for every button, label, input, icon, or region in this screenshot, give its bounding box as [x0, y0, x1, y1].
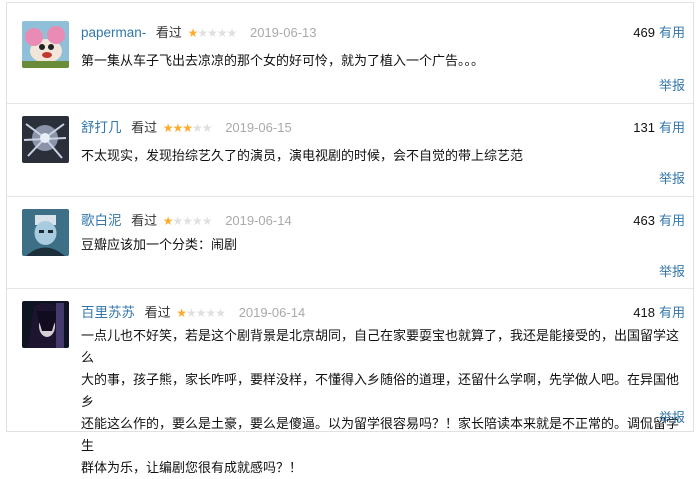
vote-count: 469	[633, 25, 655, 40]
review-text-line: 还能这么作的，要么是土豪，要么是傻逼。以为留学很容易吗？！家长陪读本来就是不正常…	[81, 416, 680, 453]
review-header: paperman- 看过 ★★★★★ 2019-06-13 469 有用	[81, 24, 685, 42]
useful-button[interactable]: 有用	[659, 213, 685, 228]
rating-stars: ★★★★★	[162, 214, 213, 228]
review-date: 2019-06-15	[225, 120, 292, 135]
review-header: 百里苏苏 看过 ★★★★★ 2019-06-14 418 有用	[81, 304, 685, 322]
review-text-line: 大的事，孩子熊，家长咋呼，要样没样，不懂得入乡随俗的道理，还留什么学啊，先学做人…	[81, 372, 680, 409]
useful-button[interactable]: 有用	[659, 305, 685, 320]
username-link[interactable]: 歌白泥	[81, 213, 122, 228]
review-date: 2019-06-14	[238, 305, 306, 320]
review-item: 舒打几 看过 ★★★★★ 2019-06-15 131 有用 不太现实，发现抬综艺…	[19, 116, 685, 196]
username-link[interactable]: 百里苏苏	[81, 305, 135, 320]
divider	[7, 196, 693, 197]
review-text: 不太现实，发现抬综艺久了的演员，演电视剧的时候，会不自觉的带上综艺范	[81, 148, 524, 163]
username-link[interactable]: paperman-	[81, 25, 146, 40]
useful-button[interactable]: 有用	[659, 25, 685, 40]
report-link[interactable]: 举报	[659, 261, 685, 280]
vote-box: 131 有用	[633, 119, 685, 137]
vote-box: 463 有用	[633, 212, 685, 230]
report-link[interactable]: 举报	[659, 168, 685, 187]
vote-box: 418 有用	[633, 304, 685, 322]
rating-stars: ★★★★★	[162, 121, 213, 135]
vote-count: 463	[633, 213, 655, 228]
review-text-line: 群体为乐，让编剧您很有成就感吗？！	[81, 460, 303, 475]
review-item: paperman- 看过 ★★★★★ 2019-06-13 469 有用 第一集从…	[19, 21, 685, 101]
review-text: 第一集从车子飞出去凉凉的那个女的好可怜，就为了植入一个广告。。。	[81, 53, 485, 68]
report-link[interactable]: 举报	[659, 407, 685, 426]
review-item: 百里苏苏 看过 ★★★★★ 2019-06-14 418 有用 一点儿也不好笑，若…	[19, 301, 685, 475]
review-text: 豆瓣应该加一个分类：闹剧	[81, 237, 238, 252]
avatar[interactable]	[22, 116, 69, 163]
report-link[interactable]: 举报	[659, 75, 685, 94]
watch-status: 看过	[131, 213, 158, 228]
vote-count: 418	[633, 305, 655, 320]
avatar[interactable]	[22, 209, 69, 256]
avatar[interactable]	[22, 301, 69, 348]
review-header: 歌白泥 看过 ★★★★★ 2019-06-14 463 有用	[81, 212, 685, 230]
review-date: 2019-06-14	[225, 213, 292, 228]
review-list: paperman- 看过 ★★★★★ 2019-06-13 469 有用 第一集从…	[6, 2, 694, 475]
vote-count: 131	[633, 120, 655, 135]
review-text-line: 一点儿也不好笑，若是这个剧背景是北京胡同，自己在家要耍宝也就算了，我还是能接受的…	[81, 328, 680, 365]
divider	[7, 103, 693, 104]
review-item: 歌白泥 看过 ★★★★★ 2019-06-14 463 有用 豆瓣应该加一个分类：…	[19, 209, 685, 289]
watch-status: 看过	[144, 305, 171, 320]
divider	[7, 288, 693, 289]
rating-stars: ★★★★★	[176, 306, 226, 320]
review-header: 舒打几 看过 ★★★★★ 2019-06-15 131 有用	[81, 119, 685, 137]
watch-status: 看过	[131, 120, 158, 135]
useful-button[interactable]: 有用	[659, 120, 685, 135]
watch-status: 看过	[155, 25, 182, 40]
review-date: 2019-06-13	[249, 25, 317, 40]
username-link[interactable]: 舒打几	[81, 120, 122, 135]
review-text: 一点儿也不好笑，若是这个剧背景是北京胡同，自己在家要耍宝也就算了，我还是能接受的…	[81, 325, 681, 479]
vote-box: 469 有用	[633, 24, 685, 42]
rating-stars: ★★★★★	[187, 26, 238, 40]
avatar[interactable]	[22, 21, 69, 68]
